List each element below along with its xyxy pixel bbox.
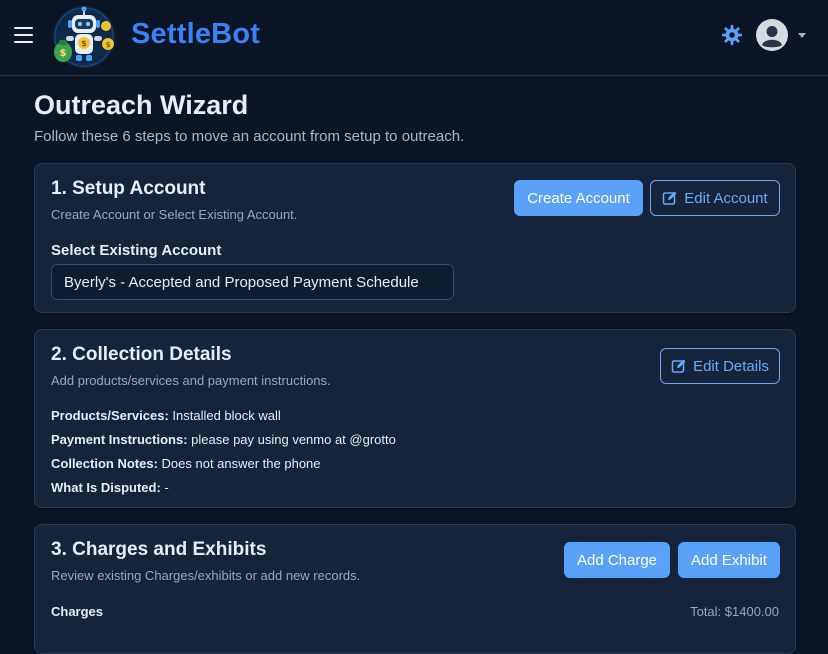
detail-value: Installed block wall: [168, 408, 281, 423]
add-exhibit-button[interactable]: Add Exhibit: [678, 542, 780, 578]
detail-products-services: Products/Services: Installed block wall: [51, 408, 281, 423]
gear-icon[interactable]: [721, 24, 743, 46]
card-title: 2. Collection Details: [51, 344, 232, 365]
detail-payment-instructions: Payment Instructions: please pay using v…: [51, 432, 396, 447]
detail-collection-notes: Collection Notes: Does not answer the ph…: [51, 456, 321, 471]
hamburger-icon[interactable]: [14, 27, 33, 43]
settlebot-logo[interactable]: $ $ $: [48, 4, 120, 70]
page-subtitle: Follow these 6 steps to move an account …: [34, 128, 465, 145]
detail-label: Payment Instructions:: [51, 432, 188, 447]
step-card-setup-account: 1. Setup Account Create Account or Selec…: [34, 163, 796, 313]
existing-account-select[interactable]: Byerly's - Accepted and Proposed Payment…: [51, 264, 454, 300]
charges-total: Total: $1400.00: [690, 604, 779, 619]
add-charge-button[interactable]: Add Charge: [564, 542, 670, 578]
button-label: Edit Account: [684, 189, 768, 207]
button-label: Edit Details: [693, 357, 769, 375]
edit-details-button[interactable]: Edit Details: [660, 348, 780, 384]
brand-name[interactable]: SettleBot: [131, 18, 260, 51]
button-label: Add Exhibit: [691, 551, 767, 569]
svg-text:$: $: [106, 41, 111, 49]
detail-value: -: [160, 480, 169, 495]
svg-text:$: $: [60, 48, 67, 59]
detail-label: Products/Services:: [51, 408, 169, 423]
detail-value: please pay using venmo at @grotto: [187, 432, 396, 447]
card-subtitle: Add products/services and payment instru…: [51, 373, 331, 388]
detail-label: What Is Disputed:: [51, 480, 161, 495]
page-title: Outreach Wizard: [34, 90, 249, 120]
step-card-charges-exhibits: 3. Charges and Exhibits Review existing …: [34, 524, 796, 654]
card-title: 1. Setup Account: [51, 178, 206, 199]
card-subtitle: Review existing Charges/exhibits or add …: [51, 568, 361, 583]
edit-account-button[interactable]: Edit Account: [650, 180, 780, 216]
detail-what-is-disputed: What Is Disputed: -: [51, 480, 169, 495]
chevron-down-icon[interactable]: [798, 33, 806, 38]
top-navbar: $ $ $ SettleBot: [0, 0, 828, 76]
detail-value: Does not answer the phone: [157, 456, 321, 471]
card-subtitle: Create Account or Select Existing Accoun…: [51, 207, 298, 222]
edit-icon: [663, 191, 677, 205]
button-label: Create Account: [527, 189, 630, 207]
card-title: 3. Charges and Exhibits: [51, 539, 267, 560]
step-card-collection-details: 2. Collection Details Add products/servi…: [34, 329, 796, 508]
charges-heading: Charges: [51, 604, 104, 619]
button-label: Add Charge: [576, 551, 658, 569]
selected-account-value: Byerly's - Accepted and Proposed Payment…: [64, 273, 419, 291]
create-account-button[interactable]: Create Account: [514, 180, 643, 216]
edit-icon: [671, 359, 686, 373]
user-avatar-icon[interactable]: [756, 19, 788, 51]
detail-label: Collection Notes:: [51, 456, 158, 471]
select-existing-account-label: Select Existing Account: [51, 242, 222, 259]
svg-text:$: $: [81, 39, 87, 48]
